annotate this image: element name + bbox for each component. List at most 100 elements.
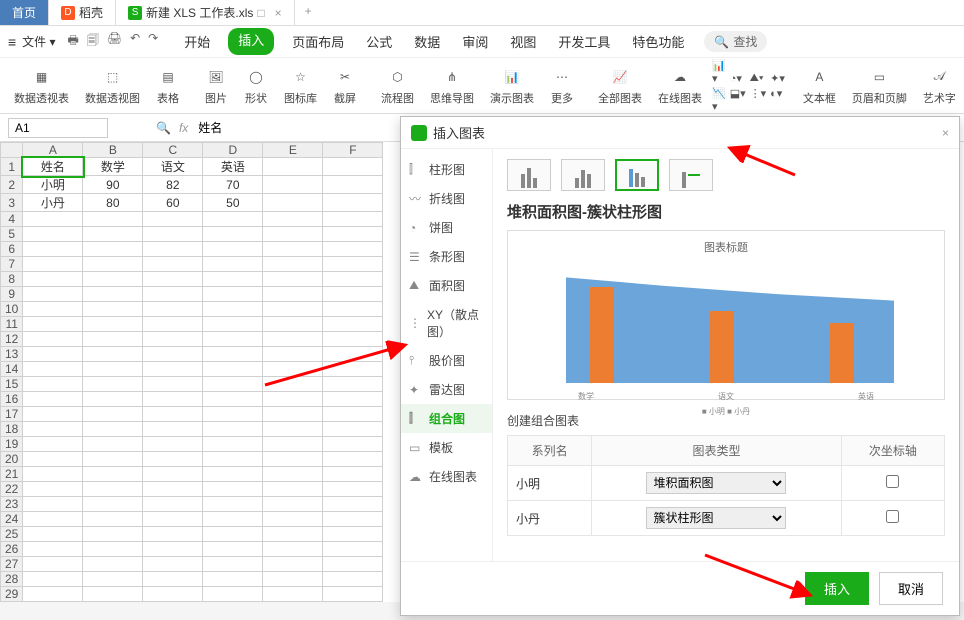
col-C[interactable]: C [143, 143, 203, 158]
file-menu[interactable]: 文件 ▾ [22, 33, 55, 50]
cell-F1[interactable] [323, 158, 383, 176]
menu-data[interactable]: 数据 [410, 28, 444, 55]
col-F[interactable]: F [323, 143, 383, 158]
ribbon-pivotchart[interactable]: ⬚数据透视图 [79, 64, 146, 108]
cell-B3[interactable]: 80 [83, 194, 143, 212]
chart-type-area[interactable]: ⛰面积图 [401, 271, 492, 300]
dialog-close-button[interactable]: × [942, 126, 949, 140]
menu-pagelayout[interactable]: 页面布局 [288, 28, 348, 55]
ribbon-picture[interactable]: 🖼图片 [198, 64, 234, 108]
col-D[interactable]: D [203, 143, 263, 158]
ribbon-chartgallery4[interactable]: ⬓▾ [730, 87, 746, 100]
qat-preview-icon[interactable]: 🗐 [87, 31, 99, 52]
fx-icon[interactable]: fx [179, 121, 188, 135]
combo-series-0-type[interactable]: 堆积面积图 [646, 472, 786, 494]
row-3[interactable]: 3 [1, 194, 23, 212]
cell-D1[interactable]: 英语 [203, 158, 263, 176]
chart-type-radar[interactable]: ✦雷达图 [401, 375, 492, 404]
col-A[interactable]: A [23, 143, 83, 158]
ribbon-chartgallery2[interactable]: 📉▾ [712, 87, 726, 113]
col-E[interactable]: E [263, 143, 323, 158]
ribbon-pivottable[interactable]: ▦数据透视表 [8, 64, 75, 108]
combo-subtype-4[interactable] [669, 159, 713, 191]
name-box[interactable] [8, 118, 108, 138]
ribbon-screenshot[interactable]: ✂截屏 [327, 64, 363, 108]
tab-document[interactable]: S 新建 XLS 工作表.xls □ × [116, 0, 295, 25]
cell-E2[interactable] [263, 176, 323, 194]
ribbon-presentchart[interactable]: 📊演示图表 [484, 64, 540, 108]
cancel-button[interactable]: 取消 [879, 572, 943, 605]
cell-C2[interactable]: 82 [143, 176, 203, 194]
combo-subtype-1[interactable] [507, 159, 551, 191]
ribbon-iconlib[interactable]: ☆图标库 [278, 64, 323, 108]
chart-type-bar[interactable]: ☰条形图 [401, 242, 492, 271]
menu-formula[interactable]: 公式 [362, 28, 396, 55]
ribbon-wordart[interactable]: 𝒜艺术字 [917, 64, 962, 108]
menu-insert[interactable]: 插入 [228, 28, 274, 55]
cell-A3[interactable]: 小丹 [23, 194, 83, 212]
ribbon-chartgallery3[interactable]: ◔▾ [730, 72, 746, 85]
ribbon-textbox[interactable]: A文本框 [797, 64, 842, 108]
app-menu-icon[interactable]: ≡ [8, 34, 16, 50]
cell-E1[interactable] [263, 158, 323, 176]
cell-D3[interactable]: 50 [203, 194, 263, 212]
menu-special[interactable]: 特色功能 [628, 28, 688, 55]
ribbon-chartgallery1[interactable]: 📊▾ [712, 59, 726, 85]
menu-view[interactable]: 视图 [506, 28, 540, 55]
ribbon-more[interactable]: ⋯更多 [544, 64, 580, 108]
menu-start[interactable]: 开始 [180, 28, 214, 55]
ribbon-allcharts[interactable]: 📈全部图表 [592, 64, 648, 108]
qat-undo-icon[interactable]: ↶ [130, 31, 140, 52]
cell-D2[interactable]: 70 [203, 176, 263, 194]
tab-refresh-icon[interactable]: □ [257, 6, 264, 20]
cell-E3[interactable] [263, 194, 323, 212]
new-tab-button[interactable]: + [295, 0, 322, 25]
cell-A2[interactable]: 小明 [23, 176, 83, 194]
qat-redo-icon[interactable]: ↷ [148, 31, 158, 52]
cell-F3[interactable] [323, 194, 383, 212]
menu-dev[interactable]: 开发工具 [554, 28, 614, 55]
combo-series-0-secondary[interactable] [886, 475, 899, 488]
ribbon-headerfooter[interactable]: ▭页眉和页脚 [846, 64, 913, 108]
chart-type-column[interactable]: ⫿柱形图 [401, 155, 492, 184]
combo-series-table: 系列名 图表类型 次坐标轴 小明 堆积面积图 小丹 簇状柱形图 [507, 435, 945, 536]
chart-type-combo[interactable]: ⫿组合图 [401, 404, 492, 433]
chart-type-scatter[interactable]: ⋮XY（散点图） [401, 300, 492, 346]
cell-A1[interactable]: 姓名 [23, 158, 83, 176]
search-button[interactable]: 🔍 查找 [704, 31, 767, 52]
combo-series-1-secondary[interactable] [886, 510, 899, 523]
chart-type-stock[interactable]: ⫯股价图 [401, 346, 492, 375]
ribbon-shape[interactable]: ◯形状 [238, 64, 274, 108]
formula-bar[interactable] [196, 119, 396, 137]
ribbon-flowchart[interactable]: ⬡流程图 [375, 64, 420, 108]
row-2[interactable]: 2 [1, 176, 23, 194]
tab-home[interactable]: 首页 [0, 0, 49, 25]
row-1[interactable]: 1 [1, 158, 23, 176]
close-icon[interactable]: × [275, 6, 282, 20]
ribbon-chartgallery7[interactable]: ✦▾ [770, 72, 785, 85]
ribbon-mindmap[interactable]: ⋔思维导图 [424, 64, 480, 108]
chart-type-line[interactable]: 〰折线图 [401, 184, 492, 213]
qat-save-icon[interactable]: 🖶 [68, 31, 79, 52]
menu-review[interactable]: 审阅 [458, 28, 492, 55]
ribbon-chartgallery6[interactable]: ⋮▾ [750, 87, 767, 100]
cell-B1[interactable]: 数学 [83, 158, 143, 176]
qat-print-icon[interactable]: 🖨 [107, 31, 122, 52]
combo-subtype-2[interactable] [561, 159, 605, 191]
cell-B2[interactable]: 90 [83, 176, 143, 194]
tab-daoke[interactable]: D稻壳 [49, 0, 116, 25]
chart-type-pie[interactable]: ◔饼图 [401, 213, 492, 242]
ribbon-table[interactable]: ▤表格 [150, 64, 186, 108]
chart-type-online[interactable]: ☁在线图表 [401, 462, 492, 491]
cell-C1[interactable]: 语文 [143, 158, 203, 176]
combo-series-1-type[interactable]: 簇状柱形图 [646, 507, 786, 529]
col-B[interactable]: B [83, 143, 143, 158]
cell-F2[interactable] [323, 176, 383, 194]
combo-subtype-3[interactable] [615, 159, 659, 191]
ribbon-onlinecharts[interactable]: ☁在线图表 [652, 64, 708, 108]
cell-C3[interactable]: 60 [143, 194, 203, 212]
magnify-icon[interactable]: 🔍 [156, 121, 171, 135]
chart-type-template[interactable]: ▭模板 [401, 433, 492, 462]
ribbon-chartgallery5[interactable]: ⛰▾ [750, 72, 767, 85]
ribbon-chartgallery8[interactable]: ◐▾ [770, 87, 785, 100]
